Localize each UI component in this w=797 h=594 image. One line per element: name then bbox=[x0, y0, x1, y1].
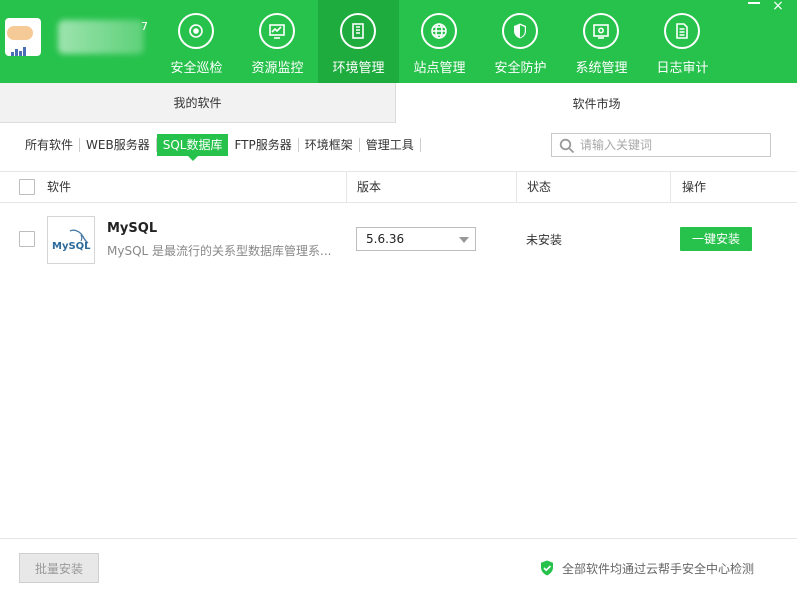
category-web-server[interactable]: WEB服务器 bbox=[80, 138, 157, 152]
nav-item-patrol[interactable]: 安全巡检 bbox=[156, 0, 237, 83]
globe-icon bbox=[421, 13, 457, 49]
footer-bar: 批量安装 全部软件均通过云帮手安全中心检测 bbox=[0, 538, 797, 594]
nav-item-sites[interactable]: 站点管理 bbox=[399, 0, 480, 83]
server-icon bbox=[340, 13, 376, 49]
nav-label: 安全防护 bbox=[494, 61, 547, 76]
category-management-tools[interactable]: 管理工具 bbox=[360, 138, 421, 152]
nav-label: 系统管理 bbox=[575, 61, 628, 76]
nav-item-logs[interactable]: 日志审计 bbox=[642, 0, 723, 83]
nav-item-system[interactable]: 系统管理 bbox=[561, 0, 642, 83]
install-status: 未安装 bbox=[526, 233, 563, 247]
search-box bbox=[551, 133, 771, 157]
software-tabs: 我的软件 软件市场 bbox=[0, 83, 797, 123]
nav-label: 资源监控 bbox=[251, 61, 304, 76]
security-note-text: 全部软件均通过云帮手安全中心检测 bbox=[562, 561, 755, 576]
software-description: MySQL 是最流行的关系型数据库管理系... bbox=[107, 244, 332, 258]
app-header: 7 安全巡检 资源监控 环境管理 站点管理 安全防护 系统管理 日志审计 × bbox=[0, 0, 797, 83]
category-sql-database[interactable]: SQL数据库 bbox=[156, 134, 229, 161]
version-select[interactable]: 5.6.36 bbox=[356, 227, 476, 251]
nav-item-protection[interactable]: 安全防护 bbox=[480, 0, 561, 83]
one-click-install-button[interactable]: 一键安装 bbox=[680, 227, 752, 251]
tab-software-market[interactable]: 软件市场 bbox=[396, 83, 797, 123]
table-header: 软件 版本 状态 操作 bbox=[0, 171, 797, 203]
document-icon bbox=[664, 13, 700, 49]
security-note: 全部软件均通过云帮手安全中心检测 bbox=[540, 559, 754, 577]
tab-my-software[interactable]: 我的软件 bbox=[0, 83, 396, 123]
version-selected-value: 5.6.36 bbox=[366, 232, 405, 246]
shield-check-icon bbox=[541, 560, 553, 576]
nav-item-environment[interactable]: 环境管理 bbox=[318, 0, 399, 83]
search-icon bbox=[559, 138, 575, 154]
chevron-down-icon bbox=[459, 237, 469, 243]
category-ftp-server[interactable]: FTP服务器 bbox=[228, 138, 299, 152]
patrol-icon bbox=[178, 13, 214, 49]
category-all[interactable]: 所有软件 bbox=[19, 138, 81, 152]
monitor-icon bbox=[259, 13, 295, 49]
shield-icon bbox=[502, 13, 538, 49]
row-checkbox[interactable] bbox=[19, 231, 35, 247]
software-name: MySQL bbox=[107, 221, 158, 236]
batch-install-button[interactable]: 批量安装 bbox=[19, 553, 99, 583]
table-row: MySQL MySQL MySQL 是最流行的关系型数据库管理系... 5.6.… bbox=[0, 203, 797, 275]
nav-label: 环境管理 bbox=[332, 61, 385, 76]
category-filter: 所有软件 WEB服务器 SQL数据库 FTP服务器 环境框架 管理工具 bbox=[19, 134, 421, 161]
select-all-checkbox[interactable] bbox=[19, 179, 35, 195]
main-nav: 安全巡检 资源监控 环境管理 站点管理 安全防护 系统管理 日志审计 bbox=[156, 0, 723, 83]
search-input[interactable] bbox=[580, 136, 766, 154]
app-logo bbox=[5, 18, 41, 56]
minimize-button[interactable] bbox=[748, 2, 760, 4]
nav-label: 安全巡检 bbox=[170, 61, 223, 76]
header-software: 软件 bbox=[47, 180, 72, 194]
mysql-logo-icon: MySQL bbox=[47, 216, 95, 264]
close-button[interactable]: × bbox=[771, 0, 785, 14]
svg-text:MySQL: MySQL bbox=[52, 241, 91, 252]
header-action: 操作 bbox=[682, 180, 707, 194]
header-status: 状态 bbox=[527, 180, 552, 194]
brand-version: 7 bbox=[141, 20, 148, 33]
nav-item-monitor[interactable]: 资源监控 bbox=[237, 0, 318, 83]
settings-icon bbox=[583, 13, 619, 49]
nav-label: 站点管理 bbox=[413, 61, 466, 76]
header-version: 版本 bbox=[357, 180, 382, 194]
brand-name-blurred bbox=[58, 20, 144, 54]
category-environment-framework[interactable]: 环境框架 bbox=[299, 138, 360, 152]
nav-label: 日志审计 bbox=[656, 61, 709, 76]
